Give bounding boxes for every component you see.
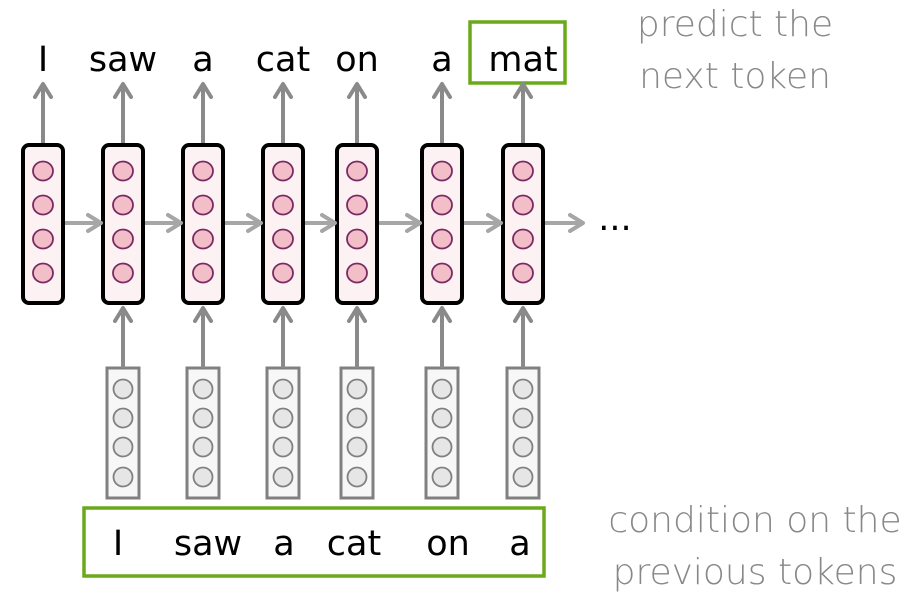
embedding-unit-circle [346, 466, 368, 488]
output-token-1: saw [89, 40, 157, 80]
embedding-unit-circle [112, 407, 134, 429]
embedding-unit-circle [112, 466, 134, 488]
rnn-unit-circle [32, 262, 54, 284]
rnn-unit-circle [192, 228, 214, 250]
embedding-unit-circle [512, 436, 534, 458]
rnn-unit-circle [431, 194, 453, 216]
output-token-6: mat [488, 40, 557, 80]
embedding-unit-circle [346, 436, 368, 458]
embedding-unit-circle [512, 407, 534, 429]
continuation-ellipsis: ... [598, 199, 631, 239]
rnn-unit-circle [512, 228, 534, 250]
rnn-unit-circle [272, 228, 294, 250]
rnn-unit-circle [32, 160, 54, 182]
rnn-unit-circle [272, 160, 294, 182]
rnn-unit-circle [431, 262, 453, 284]
embedding-unit-circle [192, 466, 214, 488]
embedding-unit-circle [431, 378, 453, 400]
input-token-1: saw [174, 524, 242, 564]
input-token-3: cat [327, 524, 381, 564]
rnn-unit-circle [112, 228, 134, 250]
rnn-unit-circle [112, 262, 134, 284]
embedding-unit-circle [512, 466, 534, 488]
embedding-unit-circle [192, 407, 214, 429]
rnn-unit-circle [512, 160, 534, 182]
rnn-unit-circle [192, 262, 214, 284]
rnn-unit-circle [431, 228, 453, 250]
embedding-unit-circle [272, 466, 294, 488]
input-token-5: a [509, 524, 530, 564]
output-token-4: on [335, 40, 379, 80]
embedding-unit-circle [346, 378, 368, 400]
rnn-unit-circle [346, 228, 368, 250]
rnn-unit-circle [512, 262, 534, 284]
embedding-unit-circle [512, 378, 534, 400]
input-token-0: I [113, 524, 123, 564]
input-context-box [82, 506, 546, 578]
rnn-unit-circle [112, 194, 134, 216]
embedding-unit-circle [272, 378, 294, 400]
rnn-unit-circle [32, 228, 54, 250]
rnn-unit-circle [272, 262, 294, 284]
lm-diagram: Isaw a cat on a matI saw a cat on a... predict the… [21, 4, 902, 593]
input-token-2: a [273, 524, 294, 564]
embedding-unit-circle [346, 407, 368, 429]
embedding-unit-circle [112, 436, 134, 458]
embedding-unit-circle [192, 378, 214, 400]
rnn-unit-circle [346, 194, 368, 216]
rnn-unit-circle [346, 262, 368, 284]
output-token-5: a [431, 40, 452, 80]
output-token-3: cat [256, 40, 310, 80]
annotation-predict-line2: next token [639, 56, 831, 97]
output-token-0: I [38, 40, 48, 80]
embedding-unit-circle [431, 436, 453, 458]
annotation-predict-line1: predict the [637, 4, 833, 45]
rnn-unit-circle [112, 160, 134, 182]
embedding-unit-circle [431, 466, 453, 488]
output-token-2: a [192, 40, 213, 80]
input-token-4: on [426, 524, 470, 564]
embedding-unit-circle [272, 407, 294, 429]
rnn-unit-circle [32, 194, 54, 216]
embedding-unit-circle [192, 436, 214, 458]
rnn-unit-circle [512, 194, 534, 216]
rnn-unit-circle [431, 160, 453, 182]
embedding-unit-circle [112, 378, 134, 400]
embedding-unit-circle [431, 407, 453, 429]
rnn-unit-circle [192, 194, 214, 216]
rnn-unit-circle [346, 160, 368, 182]
annotation-condition-line2: previous tokens [613, 552, 898, 593]
embedding-unit-circle [272, 436, 294, 458]
rnn-unit-circle [272, 194, 294, 216]
annotation-condition-line1: condition on the [608, 500, 901, 541]
rnn-unit-circle [192, 160, 214, 182]
